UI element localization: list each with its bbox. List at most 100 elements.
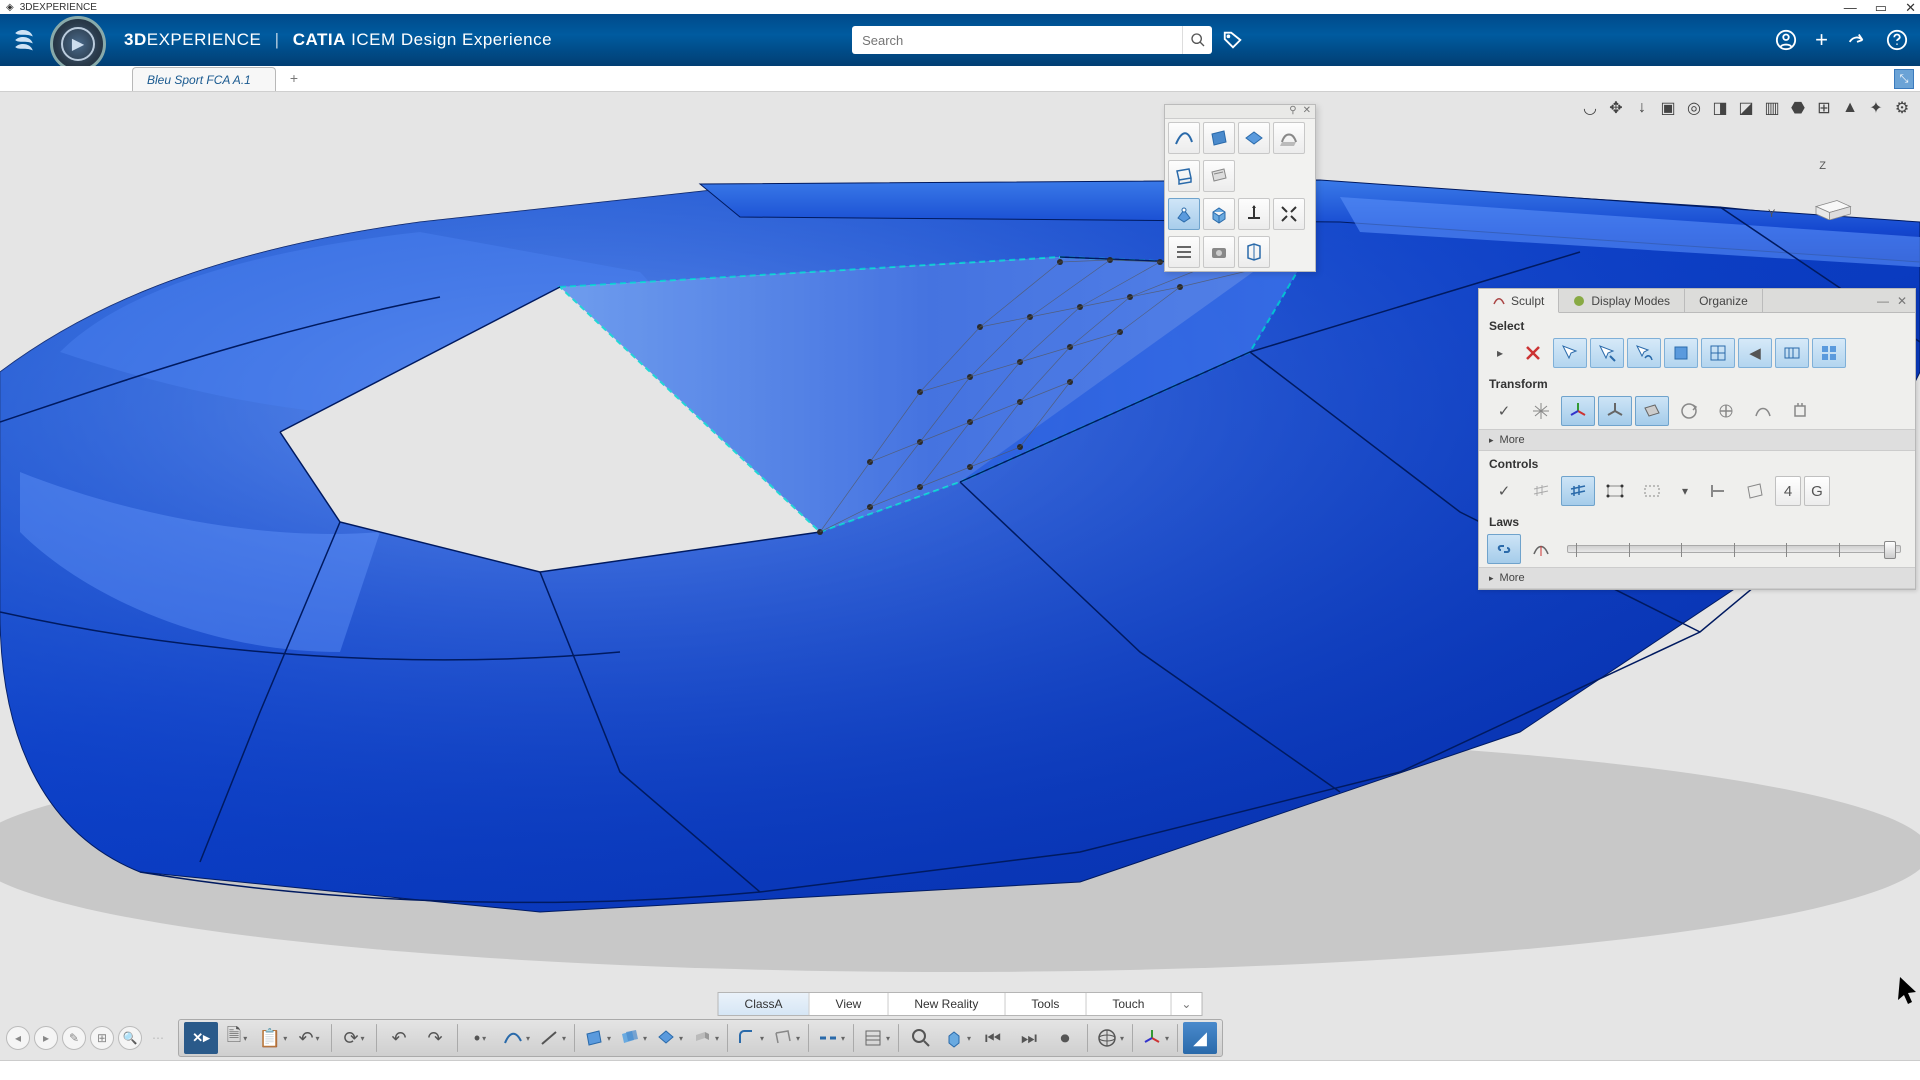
panel-close-icon[interactable]: ✕ (1897, 294, 1907, 308)
pan-icon[interactable]: ✥ (1606, 98, 1626, 118)
align-icon[interactable]: ⊞ (1814, 98, 1834, 118)
transform-drag-button[interactable] (1783, 396, 1817, 426)
undo-button[interactable]: ↶ (292, 1022, 326, 1054)
ds-logo-icon[interactable] (10, 25, 40, 55)
transform-move-button[interactable] (1524, 396, 1558, 426)
palette-close-icon[interactable]: ✕ (1303, 105, 1311, 118)
laws-slider[interactable] (1567, 545, 1901, 553)
offset-tool-button[interactable] (1203, 160, 1235, 192)
box-tool-button[interactable] (1203, 198, 1235, 230)
fillet-button[interactable] (733, 1022, 767, 1054)
local-redo-button[interactable]: ↷ (418, 1022, 452, 1054)
palette-pin-icon[interactable]: ⚲ (1289, 105, 1296, 118)
panel-minimize-icon[interactable]: — (1877, 294, 1889, 308)
transform-scale-button[interactable] (1709, 396, 1743, 426)
xp-icon[interactable]: ✕▸ (184, 1022, 218, 1054)
surface-tool-button[interactable] (1203, 122, 1235, 154)
nav-forward-button[interactable]: ▸ (34, 1026, 58, 1050)
share-icon[interactable] (1846, 29, 1868, 51)
curve-tool-button[interactable] (1168, 122, 1200, 154)
document-tab[interactable]: Bleu Sport FCA A.1 (132, 67, 276, 91)
section-tool-button[interactable] (1238, 236, 1270, 268)
controls-g-button[interactable]: G (1804, 476, 1830, 506)
list-tool-button[interactable] (1168, 236, 1200, 268)
new-tab-button[interactable]: + (290, 70, 298, 88)
transform-apply-button[interactable]: ✓ (1487, 396, 1521, 426)
sweep-tool-button[interactable] (1273, 122, 1305, 154)
controls-grid2-button[interactable] (1561, 476, 1595, 506)
match-button[interactable] (769, 1022, 803, 1054)
tab-new-reality[interactable]: New Reality (888, 993, 1005, 1015)
nav-tree-button[interactable]: ⊞ (90, 1026, 114, 1050)
skip-forward-button[interactable]: ⏭ (1012, 1022, 1046, 1054)
tab-display-modes[interactable]: Display Modes (1559, 289, 1685, 312)
record-button[interactable]: ⏺ (1048, 1022, 1082, 1054)
patch-tool-button[interactable] (1238, 122, 1270, 154)
controls-surface-button[interactable] (1738, 476, 1772, 506)
nav-back-button[interactable]: ◂ (6, 1026, 30, 1050)
axis-tool-button[interactable] (1238, 198, 1270, 230)
axis-triad[interactable]: Z Y (1776, 160, 1866, 240)
paste-button[interactable]: 📋 (256, 1022, 290, 1054)
refresh-button[interactable]: ⟳ (337, 1022, 371, 1054)
ambience-icon[interactable]: ◡ (1580, 98, 1600, 118)
laws-curve-button[interactable] (1524, 534, 1558, 564)
laws-link-button[interactable] (1487, 534, 1521, 564)
camera-tool-button[interactable] (1203, 236, 1235, 268)
multi-surface-button[interactable] (616, 1022, 650, 1054)
analysis-grid-button[interactable] (859, 1022, 893, 1054)
tab-sculpt[interactable]: Sculpt (1479, 289, 1559, 313)
nav-more-icon[interactable]: ⋯ (146, 1026, 170, 1050)
normal-view-icon[interactable]: ◎ (1684, 98, 1704, 118)
select-face-button[interactable] (1664, 338, 1698, 368)
controls-hull-button[interactable] (1598, 476, 1632, 506)
patch-button[interactable] (652, 1022, 686, 1054)
flange-tool-button[interactable] (1168, 160, 1200, 192)
local-undo-button[interactable]: ↶ (382, 1022, 416, 1054)
controls-dropdown[interactable]: ▾ (1672, 478, 1698, 504)
tab-organize[interactable]: Organize (1685, 289, 1763, 312)
snap-icon[interactable]: ◪ (1736, 98, 1756, 118)
select-all-button[interactable] (1812, 338, 1846, 368)
tag-icon[interactable] (1222, 27, 1248, 53)
tab-tools[interactable]: Tools (1005, 993, 1086, 1015)
controls-apply-button[interactable]: ✓ (1487, 476, 1521, 506)
multi-view-icon[interactable]: ▥ (1762, 98, 1782, 118)
transform-plane-button[interactable] (1635, 396, 1669, 426)
slider-thumb[interactable] (1884, 541, 1896, 559)
nav-search-button[interactable]: 🔍 (118, 1026, 142, 1050)
transform-xyz1-button[interactable] (1561, 396, 1595, 426)
extrude-button[interactable] (688, 1022, 722, 1054)
expand-toggle[interactable]: ▸ (1487, 340, 1513, 366)
help-icon[interactable] (1886, 29, 1908, 51)
select-mesh-button[interactable] (1701, 338, 1735, 368)
new-button[interactable]: 🗎 (220, 1022, 254, 1054)
compass-button[interactable]: ▶ (50, 16, 106, 72)
zoom-fit-button[interactable] (904, 1022, 938, 1054)
tab-touch[interactable]: Touch (1086, 993, 1171, 1015)
surface-button[interactable] (580, 1022, 614, 1054)
globe-button[interactable] (1093, 1022, 1127, 1054)
controls-align-button[interactable] (1701, 476, 1735, 506)
tab-classa[interactable]: ClassA (719, 993, 810, 1015)
select-grid-button[interactable] (1775, 338, 1809, 368)
controls-grid1-button[interactable] (1524, 476, 1558, 506)
tab-more-icon[interactable]: ⌄ (1171, 993, 1201, 1015)
iso-icon[interactable]: ⬣ (1788, 98, 1808, 118)
converge-tool-button[interactable] (1273, 198, 1305, 230)
select-prev-button[interactable]: ◀ (1738, 338, 1772, 368)
add-icon[interactable]: + (1815, 27, 1828, 53)
fit-icon[interactable]: ▣ (1658, 98, 1678, 118)
down-icon[interactable]: ↓ (1632, 98, 1652, 118)
transform-more-row[interactable]: More (1479, 429, 1915, 451)
feature-button[interactable]: ◢ (1183, 1022, 1217, 1054)
select-edge-button[interactable] (1590, 338, 1624, 368)
gap-button[interactable] (814, 1022, 848, 1054)
transform-xyz2-button[interactable] (1598, 396, 1632, 426)
transform-bend-button[interactable] (1746, 396, 1780, 426)
select-point-button[interactable] (1553, 338, 1587, 368)
perspective-icon[interactable]: ▲ (1840, 98, 1860, 118)
nav-edit-button[interactable]: ✎ (62, 1026, 86, 1050)
render-icon[interactable]: ✦ (1866, 98, 1886, 118)
controls-count-field[interactable]: 4 (1775, 476, 1801, 506)
